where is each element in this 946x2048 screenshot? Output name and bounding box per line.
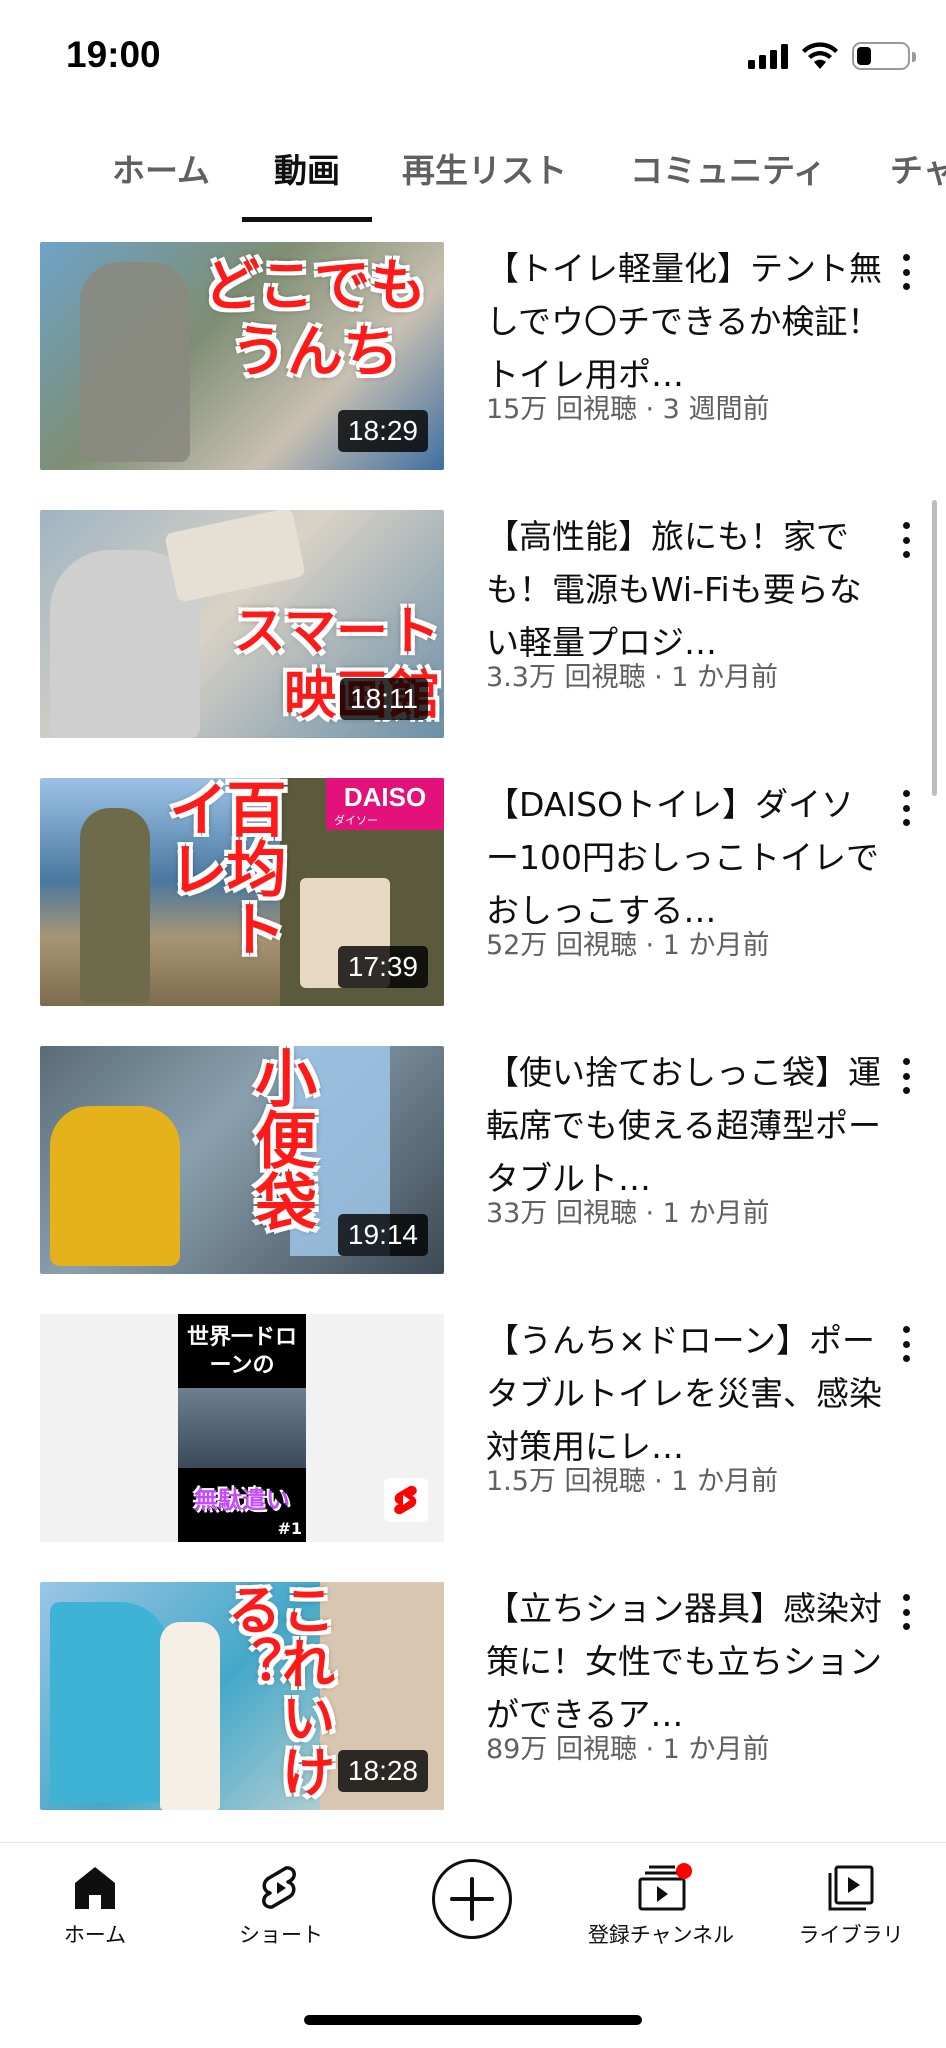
short-caption-top: 世界一ドローンの <box>186 1325 297 1378</box>
video-stats: 33万 回視聴 · 1 か月前 <box>486 1198 770 1229</box>
scrollbar[interactable] <box>932 500 937 796</box>
video-stats: 3.3万 回視聴 · 1 か月前 <box>486 662 779 693</box>
more-options-icon[interactable] <box>896 786 916 830</box>
video-stats: 89万 回視聴 · 1 か月前 <box>486 1734 770 1765</box>
nav-label: ショート <box>239 1923 323 1947</box>
tab-playlists[interactable]: 再生リスト <box>402 144 567 222</box>
short-tag: #1 <box>277 1519 302 1538</box>
video-thumbnail[interactable]: 世界一ドローンの 無駄遣い #1 <box>40 1314 444 1542</box>
brand-name: DAISO <box>343 782 427 812</box>
video-stats: 15万 回視聴 · 3 週間前 <box>486 394 770 425</box>
video-title[interactable]: 【高性能】旅にも！家でも！電源もWi-Fiも要らない軽量プロジ… <box>486 510 886 669</box>
more-options-icon[interactable] <box>896 1322 916 1366</box>
cellular-signal-icon <box>748 43 788 69</box>
video-stats: 1.5万 回視聴 · 1 か月前 <box>486 1466 779 1497</box>
video-title[interactable]: 【立ちション器具】感染対策に！女性でも立ちションができるア… <box>486 1582 886 1741</box>
nav-subscriptions[interactable]: 登録チャンネル <box>566 1863 756 1949</box>
library-icon <box>826 1863 876 1913</box>
video-item-short[interactable]: 世界一ドローンの 無駄遣い #1 【うんち×ドローン】ポータブルトイレを災害、感… <box>0 1314 946 1544</box>
nav-label: ライブラリ <box>798 1923 904 1947</box>
subscriptions-icon <box>636 1863 692 1913</box>
thumbnail-caption: これいける？ <box>218 1582 335 1798</box>
nav-home[interactable]: ホーム <box>0 1863 190 1949</box>
short-caption-bottom: 無駄遣い <box>194 1486 290 1514</box>
video-item[interactable]: DAISO ダイソー 百均トイレ 17:39 【DAISOトイレ】ダイソー100… <box>0 778 946 1008</box>
video-meta: 【立ちション器具】感染対策に！女性でも立ちションができるア… 89万 回視聴 ·… <box>486 1582 886 1766</box>
channel-tabs: ホーム 動画 再生リスト コミュニティ チャ <box>0 130 946 222</box>
video-meta: 【トイレ軽量化】テント無しでウ〇チできるか検証！トイレ用ポ… 15万 回視聴 ·… <box>486 242 886 426</box>
video-title[interactable]: 【使い捨ておしっこ袋】運転席でも使える超薄型ポータブルト… <box>486 1046 886 1205</box>
video-item[interactable]: どこでもうんち 18:29 【トイレ軽量化】テント無しでウ〇チできるか検証！トイ… <box>0 242 946 472</box>
video-item[interactable]: これいける？ 18:28 【立ちション器具】感染対策に！女性でも立ちションができ… <box>0 1582 946 1812</box>
video-duration: 19:14 <box>337 1214 428 1256</box>
battery-icon <box>852 42 916 70</box>
video-duration: 17:39 <box>337 946 428 988</box>
thumbnail-caption: 百均トイレ <box>158 778 286 958</box>
tab-channels[interactable]: チャ <box>890 144 946 222</box>
video-thumbnail[interactable]: スマート映画館 18:11 <box>40 510 444 738</box>
tab-active-indicator <box>242 217 372 222</box>
nav-library[interactable]: ライブラリ <box>756 1863 946 1949</box>
video-thumbnail[interactable]: どこでもうんち 18:29 <box>40 242 444 470</box>
video-duration: 18:29 <box>337 410 428 452</box>
short-thumbnail-image: 世界一ドローンの 無駄遣い #1 <box>178 1314 306 1542</box>
thumbnail-caption: 小便袋 <box>244 1046 317 1232</box>
nav-shorts[interactable]: ショート <box>186 1863 376 1949</box>
create-button[interactable] <box>432 1859 512 1939</box>
wifi-icon <box>802 42 838 69</box>
video-item[interactable]: 小便袋 19:14 【使い捨ておしっこ袋】運転席でも使える超薄型ポータブルト… … <box>0 1046 946 1276</box>
video-title[interactable]: 【うんち×ドローン】ポータブルトイレを災害、感染対策用にレ… <box>486 1314 886 1473</box>
tab-community[interactable]: コミュニティ <box>630 144 826 222</box>
video-meta: 【高性能】旅にも！家でも！電源もWi-Fiも要らない軽量プロジ… 3.3万 回視… <box>486 510 886 694</box>
more-options-icon[interactable] <box>896 250 916 294</box>
video-thumbnail[interactable]: DAISO ダイソー 百均トイレ 17:39 <box>40 778 444 1006</box>
status-bar: 19:00 <box>0 0 946 118</box>
video-thumbnail[interactable]: 小便袋 19:14 <box>40 1046 444 1274</box>
video-title[interactable]: 【DAISOトイレ】ダイソー100円おしっこトイレでおしっこする… <box>486 778 886 937</box>
more-options-icon[interactable] <box>896 1590 916 1634</box>
thumbnail-caption: どこでもうんち <box>203 254 427 385</box>
video-thumbnail[interactable]: これいける？ 18:28 <box>40 1582 444 1810</box>
video-title[interactable]: 【トイレ軽量化】テント無しでウ〇チできるか検証！トイレ用ポ… <box>486 242 886 401</box>
video-item[interactable]: スマート映画館 18:11 【高性能】旅にも！家でも！電源もWi-Fiも要らない… <box>0 510 946 740</box>
more-options-icon[interactable] <box>896 518 916 562</box>
tab-home[interactable]: ホーム <box>112 144 210 222</box>
home-indicator <box>304 2015 642 2025</box>
video-meta: 【うんち×ドローン】ポータブルトイレを災害、感染対策用にレ… 1.5万 回視聴 … <box>486 1314 886 1498</box>
nav-label: ホーム <box>63 1923 127 1947</box>
nav-label: 登録チャンネル <box>587 1923 735 1947</box>
video-meta: 【DAISOトイレ】ダイソー100円おしっこトイレでおしっこする… 52万 回視… <box>486 778 886 962</box>
status-time: 19:00 <box>66 34 161 75</box>
video-stats: 52万 回視聴 · 1 か月前 <box>486 930 770 961</box>
home-icon <box>70 1863 120 1913</box>
video-meta: 【使い捨ておしっこ袋】運転席でも使える超薄型ポータブルト… 33万 回視聴 · … <box>486 1046 886 1230</box>
brand-badge: DAISO ダイソー <box>326 778 444 830</box>
shorts-icon <box>384 1478 428 1522</box>
tab-videos[interactable]: 動画 <box>274 144 340 222</box>
video-duration: 18:28 <box>337 1750 428 1792</box>
more-options-icon[interactable] <box>896 1054 916 1098</box>
shorts-icon <box>256 1863 306 1913</box>
status-icons <box>748 42 916 70</box>
create-icon <box>450 1877 494 1921</box>
brand-subtitle: ダイソー <box>334 814 378 827</box>
video-duration: 18:11 <box>340 678 428 720</box>
